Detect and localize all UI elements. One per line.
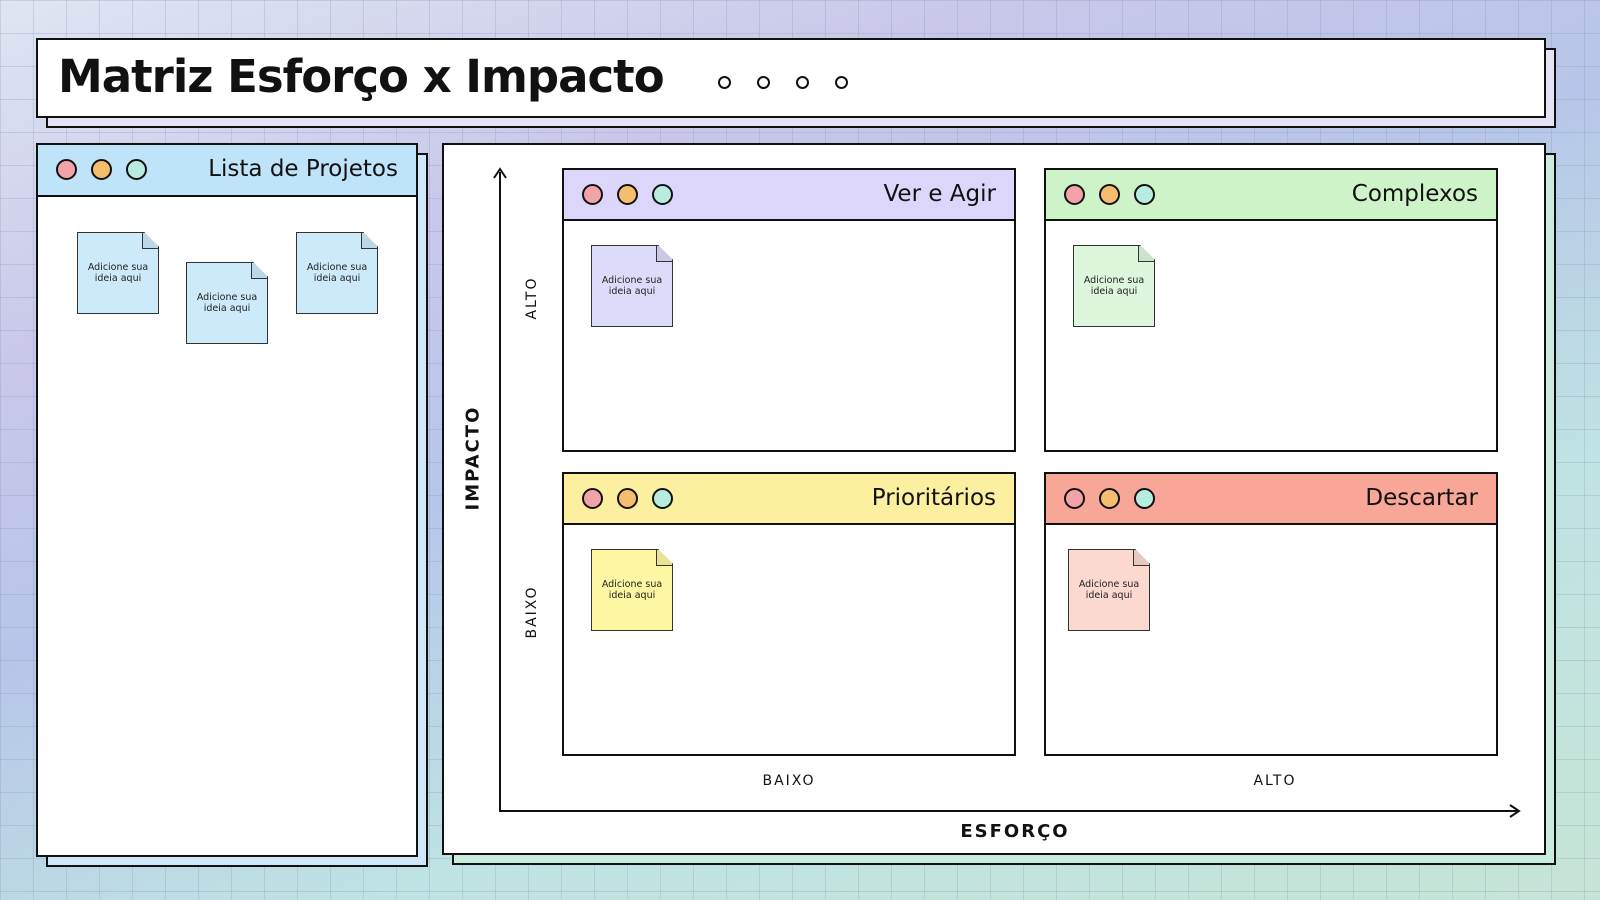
projects-window-bar: Lista de Projetos [38, 145, 416, 197]
window-controls [582, 488, 673, 509]
quadrant-title: Ver e Agir [883, 181, 996, 207]
quadrant-window-bar: Descartar [1046, 474, 1496, 525]
close-circle-icon[interactable] [56, 159, 77, 180]
sticky-note[interactable]: Adicione sua ideia aqui [77, 232, 159, 314]
page-title: Matriz Esforço x Impacto [58, 50, 665, 103]
sticky-note[interactable]: Adicione sua ideia aqui [296, 232, 378, 314]
quadrant-window-bar: Complexos [1046, 170, 1496, 221]
window-controls [582, 184, 673, 205]
quadrant-title: Descartar [1365, 485, 1478, 511]
minimize-circle-icon[interactable] [1099, 488, 1120, 509]
title-banner: Matriz Esforço x Impacto [36, 38, 1546, 118]
quadrant-complexos: Complexos Adicione sua ideia aqui [1044, 168, 1498, 452]
y-axis-low-label: BAIXO [524, 585, 540, 639]
sticky-note[interactable]: Adicione sua ideia aqui [1073, 245, 1155, 327]
y-axis-high-label: ALTO [524, 276, 540, 320]
x-axis-high-label: ALTO [1253, 773, 1297, 789]
window-controls [56, 159, 147, 180]
quadrant-title: Prioritários [871, 485, 996, 511]
decor-dot [835, 76, 848, 89]
maximize-circle-icon[interactable] [652, 488, 673, 509]
close-circle-icon[interactable] [582, 488, 603, 509]
quadrant-window-bar: Ver e Agir [564, 170, 1014, 221]
quadrant-prioritarios: Prioritários Adicione sua ideia aqui [562, 472, 1016, 756]
quadrant-title: Complexos [1351, 181, 1478, 207]
x-axis-line [499, 810, 1517, 812]
sticky-note[interactable]: Adicione sua ideia aqui [1068, 549, 1150, 631]
window-controls [1064, 184, 1155, 205]
projects-panel: Lista de Projetos Adicione sua ideia aqu… [36, 143, 418, 857]
close-circle-icon[interactable] [1064, 184, 1085, 205]
maximize-circle-icon[interactable] [126, 159, 147, 180]
sticky-note[interactable]: Adicione sua ideia aqui [591, 549, 673, 631]
x-axis-arrow-icon [1509, 804, 1521, 818]
minimize-circle-icon[interactable] [617, 184, 638, 205]
close-circle-icon[interactable] [582, 184, 603, 205]
maximize-circle-icon[interactable] [652, 184, 673, 205]
y-axis-arrow-icon [493, 167, 507, 179]
decor-dot [718, 76, 731, 89]
quadrant-ver-e-agir: Ver e Agir Adicione sua ideia aqui [562, 168, 1016, 452]
y-axis-line [499, 172, 501, 812]
decor-dot [757, 76, 770, 89]
projects-title: Lista de Projetos [208, 156, 398, 182]
y-axis-title: IMPACTO [462, 405, 484, 511]
x-axis-title: ESFORÇO [960, 821, 1070, 842]
minimize-circle-icon[interactable] [91, 159, 112, 180]
quadrant-descartar: Descartar Adicione sua ideia aqui [1044, 472, 1498, 756]
close-circle-icon[interactable] [1064, 488, 1085, 509]
sticky-note[interactable]: Adicione sua ideia aqui [186, 262, 268, 344]
minimize-circle-icon[interactable] [1099, 184, 1120, 205]
decor-dot [796, 76, 809, 89]
x-axis-low-label: BAIXO [762, 773, 816, 789]
minimize-circle-icon[interactable] [617, 488, 638, 509]
maximize-circle-icon[interactable] [1134, 184, 1155, 205]
title-decor-dots [718, 76, 848, 89]
window-controls [1064, 488, 1155, 509]
maximize-circle-icon[interactable] [1134, 488, 1155, 509]
quadrant-window-bar: Prioritários [564, 474, 1014, 525]
sticky-note[interactable]: Adicione sua ideia aqui [591, 245, 673, 327]
